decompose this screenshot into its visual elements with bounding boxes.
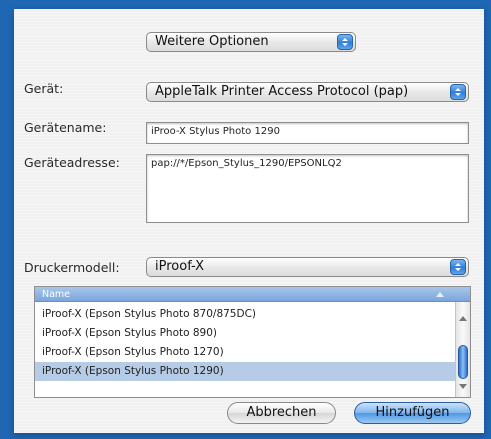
device-address-label: Geräteadresse: [24,155,120,170]
list-item[interactable]: iProof-X (Epson Stylus Photo 870/875DC) [35,305,455,324]
device-popup[interactable]: AppleTalk Printer Access Protocol (pap) [146,82,469,102]
list-item[interactable]: iProof-X (Epson Stylus Photo 890) [35,324,455,343]
device-name-label: Gerätename: [24,120,107,135]
printer-model-label: Druckermodell: [24,260,120,275]
device-address-field[interactable]: pap://*/Epson_Stylus_1290/EPSONLQ2 [146,154,469,223]
cancel-button[interactable]: Abbrechen [227,402,336,424]
scroll-up-arrow-icon[interactable] [459,316,467,321]
list-item[interactable]: iProof-X (Epson Stylus Photo 1270) [35,343,455,362]
popup-arrows-icon [450,84,466,100]
list-column-header[interactable]: Name [35,287,470,302]
list-rows: iProof-X (Epson Stylus Photo 870/875DC) … [35,305,455,381]
device-name-value: iProo-X Stylus Photo 1290 [151,126,280,137]
device-label: Gerät: [24,81,64,96]
options-popup[interactable]: Weitere Optionen [146,32,356,52]
popup-arrows-icon [450,259,466,275]
list-scrollbar[interactable] [455,302,470,397]
printer-model-list[interactable]: Name iProof-X (Epson Stylus Photo 870/87… [34,286,471,398]
printer-model-popup[interactable]: iProof-X [146,257,469,277]
list-column-header-label: Name [42,289,71,300]
device-address-value: pap://*/Epson_Stylus_1290/EPSONLQ2 [151,158,342,169]
scroll-thumb[interactable] [458,345,468,379]
scroll-down-arrow-icon[interactable] [459,384,467,389]
add-button[interactable]: Hinzufügen [354,402,471,424]
add-printer-sheet: Weitere Optionen Gerät: AppleTalk Printe… [14,9,484,433]
device-popup-value: AppleTalk Printer Access Protocol (pap) [155,84,409,99]
device-name-field[interactable]: iProo-X Stylus Photo 1290 [146,122,469,144]
options-popup-value: Weitere Optionen [155,34,269,49]
printer-model-popup-value: iProof-X [155,259,205,274]
popup-arrows-icon [337,34,353,50]
sort-ascending-icon [436,292,444,297]
list-item-selected[interactable]: iProof-X (Epson Stylus Photo 1290) [35,362,455,381]
